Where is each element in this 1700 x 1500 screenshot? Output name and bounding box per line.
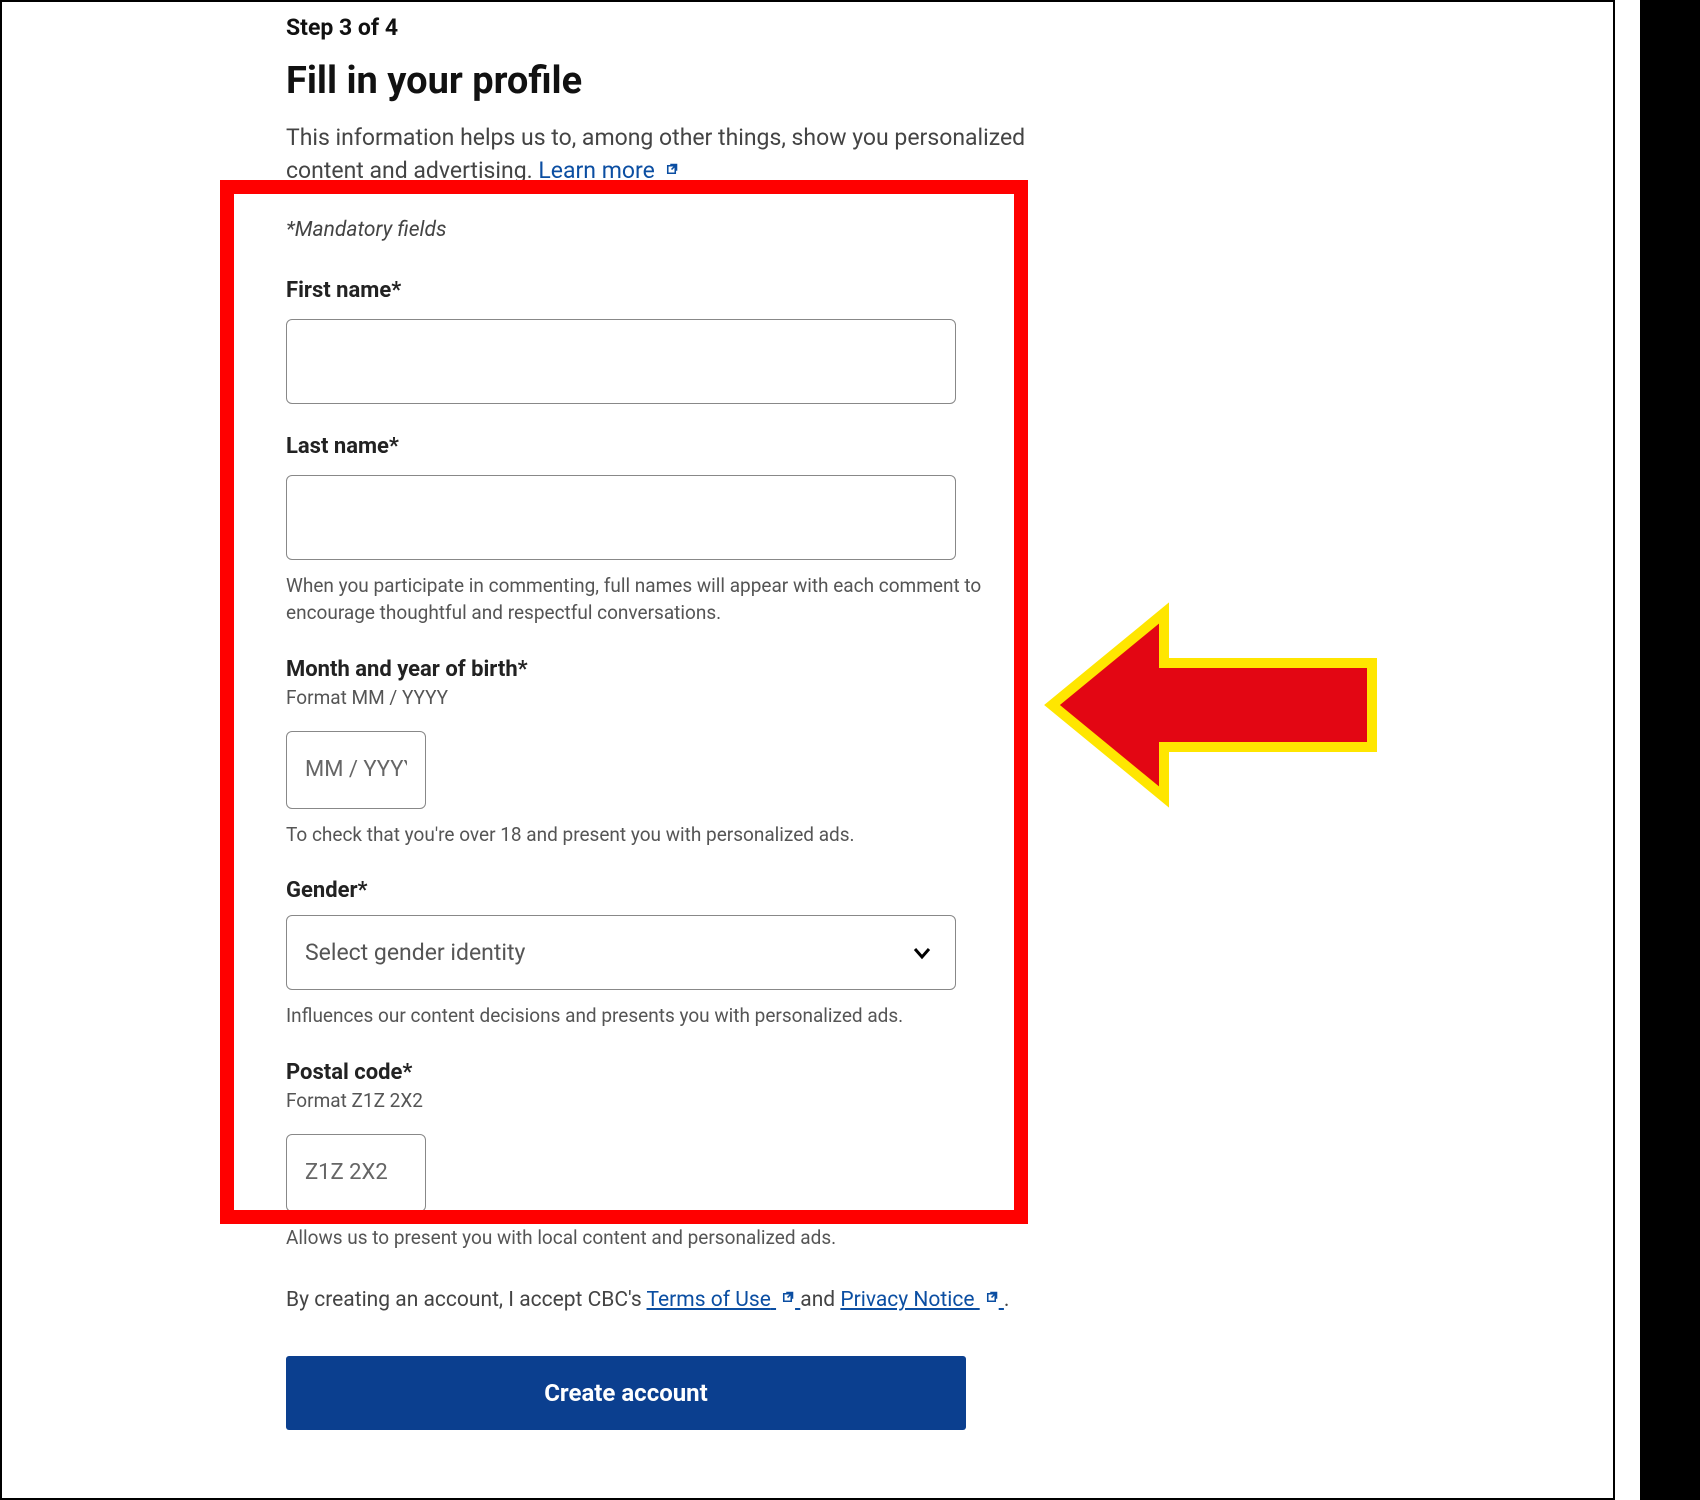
right-black-strip — [1640, 0, 1700, 1500]
birth-help: To check that you're over 18 and present… — [286, 821, 1026, 849]
gender-help: Influences our content decisions and pre… — [286, 1002, 1026, 1030]
create-account-button[interactable]: Create account — [286, 1356, 966, 1430]
mandatory-note: *Mandatory fields — [286, 218, 1026, 242]
last-name-field: Last name* When you participate in comme… — [286, 434, 1026, 627]
terms-text: By creating an account, I accept CBC's T… — [286, 1281, 1026, 1320]
learn-more-link[interactable]: Learn more — [538, 157, 679, 184]
postal-label: Postal code* — [286, 1060, 1026, 1085]
first-name-input[interactable] — [286, 319, 956, 404]
birth-input[interactable] — [286, 731, 426, 809]
terms-of-use-link[interactable]: Terms of Use — [647, 1288, 801, 1312]
birth-format: Format MM / YYYY — [286, 686, 1026, 709]
external-link-icon — [664, 162, 679, 177]
postal-field: Postal code* Format Z1Z 2X2 Allows us to… — [286, 1060, 1026, 1252]
postal-help: Allows us to present you with local cont… — [286, 1224, 1026, 1252]
gender-field: Gender* Select gender identity Influence… — [286, 878, 1026, 1030]
privacy-notice-label: Privacy Notice — [840, 1288, 974, 1312]
last-name-help: When you participate in commenting, full… — [286, 572, 1026, 627]
terms-mid: and — [800, 1288, 840, 1312]
first-name-label: First name* — [286, 278, 1026, 303]
postal-format: Format Z1Z 2X2 — [286, 1089, 1026, 1112]
learn-more-label: Learn more — [538, 157, 654, 184]
postal-input[interactable] — [286, 1134, 426, 1212]
first-name-field: First name* — [286, 278, 1026, 404]
gender-select[interactable]: Select gender identity — [286, 915, 956, 990]
intro-text: This information helps us to, among othe… — [286, 121, 1026, 188]
birth-label: Month and year of birth* — [286, 657, 1026, 682]
gender-label: Gender* — [286, 878, 1026, 903]
terms-of-use-label: Terms of Use — [647, 1288, 771, 1312]
birth-field: Month and year of birth* Format MM / YYY… — [286, 657, 1026, 849]
last-name-input[interactable] — [286, 475, 956, 560]
last-name-label: Last name* — [286, 434, 1026, 459]
annotation-arrow — [1044, 595, 1384, 815]
privacy-notice-link[interactable]: Privacy Notice — [840, 1288, 1004, 1312]
page-title: Fill in your profile — [286, 59, 1026, 103]
external-link-icon — [984, 1290, 999, 1305]
profile-form: *Mandatory fields First name* Last name*… — [286, 218, 1026, 1252]
terms-suffix: . — [1004, 1288, 1010, 1312]
step-indicator: Step 3 of 4 — [286, 14, 1026, 41]
terms-prefix: By creating an account, I accept CBC's — [286, 1288, 647, 1312]
gender-placeholder: Select gender identity — [305, 939, 525, 966]
external-link-icon — [780, 1290, 795, 1305]
